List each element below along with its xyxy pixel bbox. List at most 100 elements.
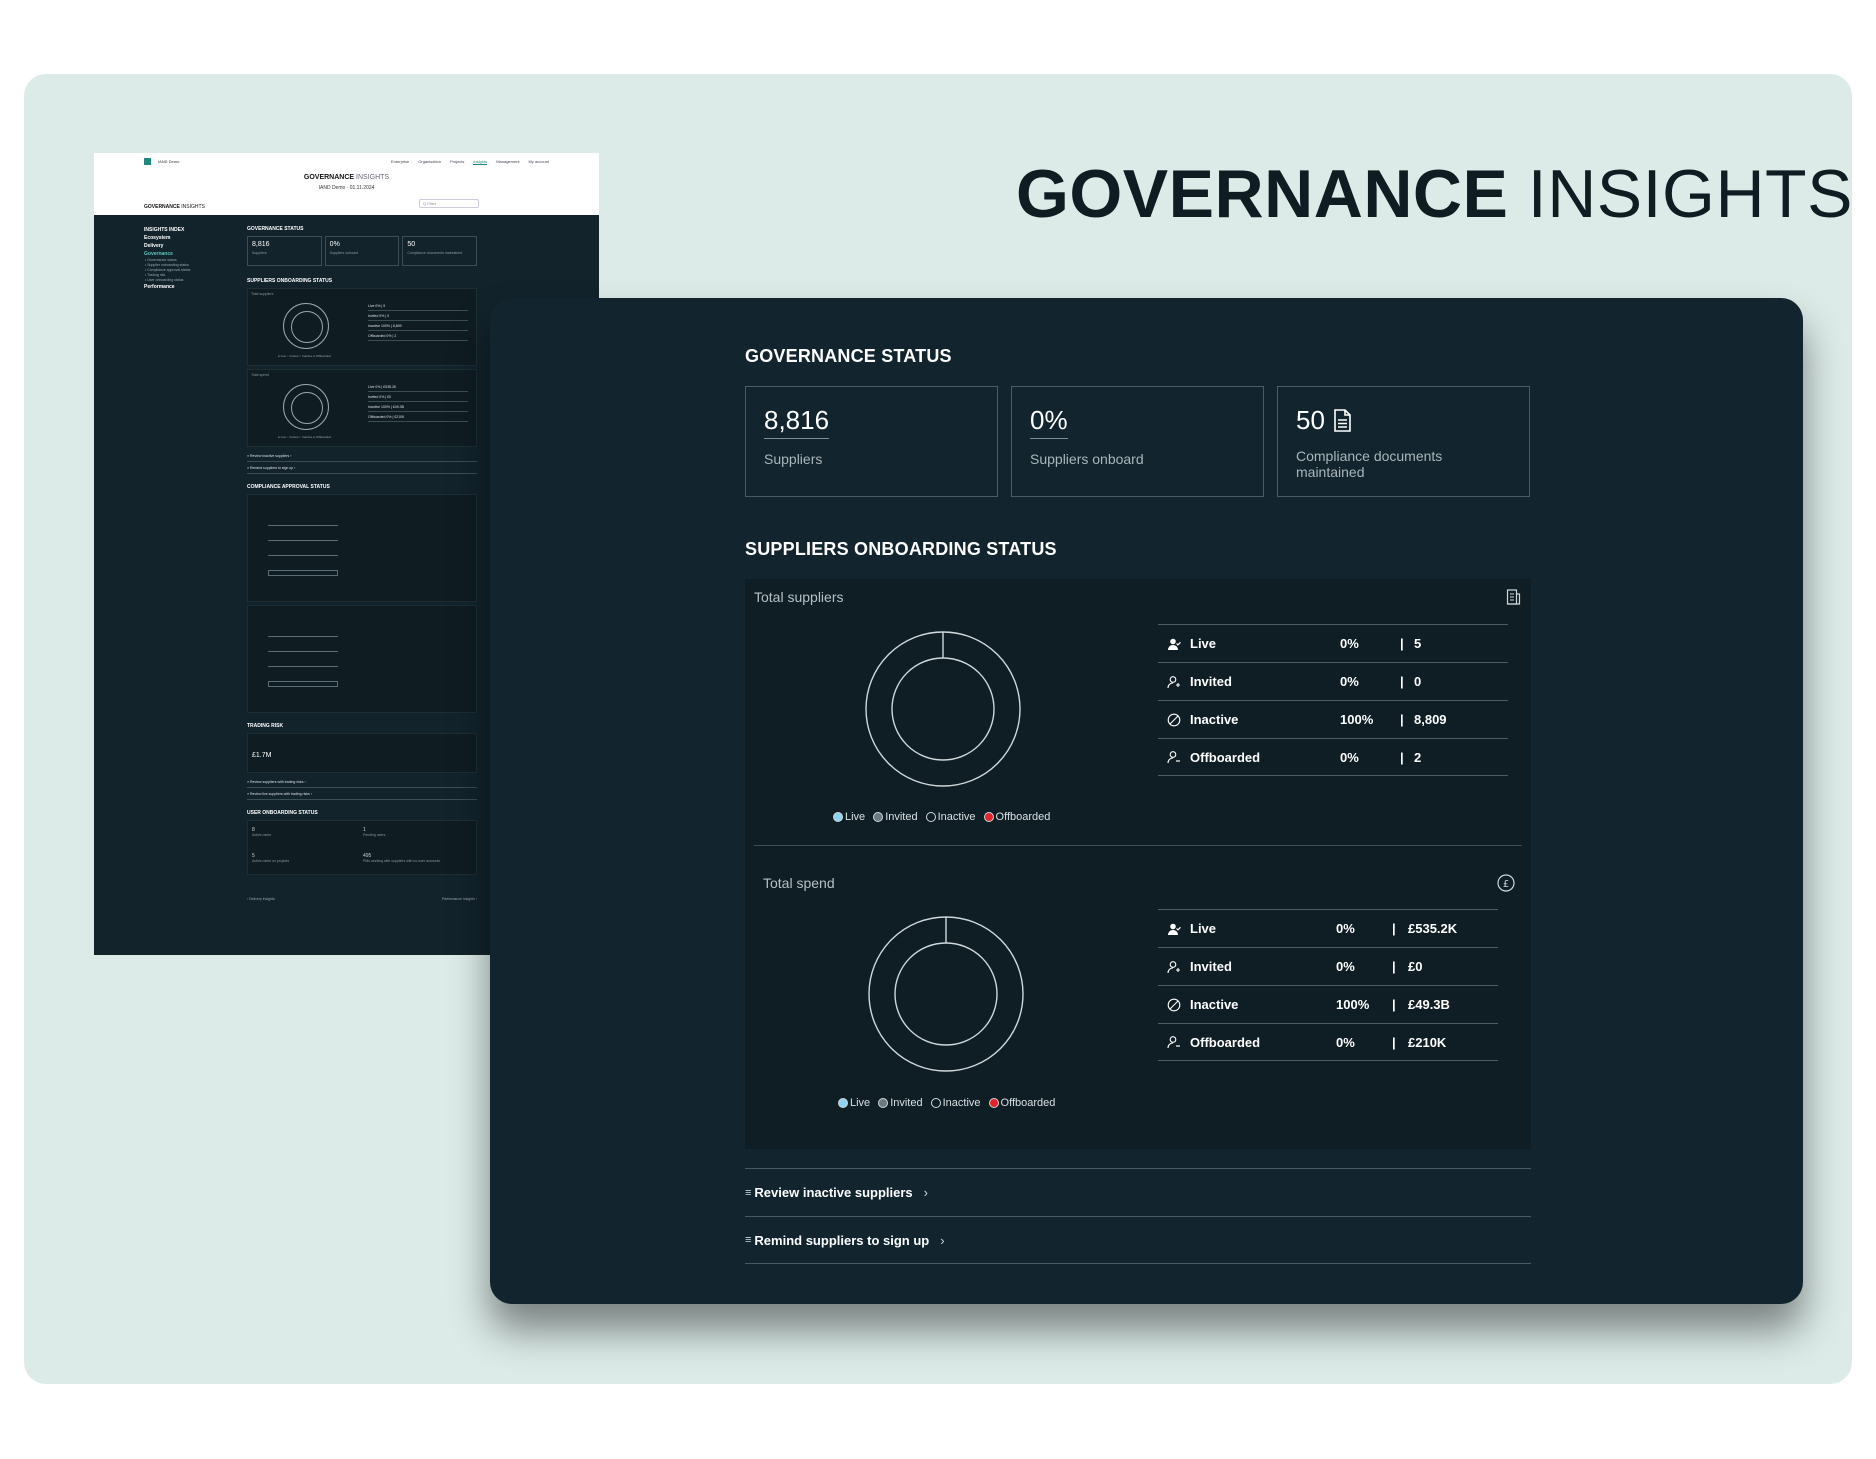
legend-item-inactive[interactable]: Inactive [930, 1097, 981, 1109]
preview-status-row: Offboarded 0% | £210K [368, 412, 468, 422]
status-amount: £210K [1408, 1034, 1447, 1050]
preview-spend-panel: Total spend Live 0% | £535.2K Invited 0%… [247, 369, 477, 447]
preview-nav-enterprise[interactable]: Enterprise [391, 159, 409, 165]
preview-live-trading-risk-link[interactable]: ≡ Review live suppliers with trading ris… [247, 788, 477, 800]
status-name: Inactive [1190, 997, 1239, 1012]
governance-cards: 8,816 Suppliers 0% Suppliers onboard 50 … [745, 386, 1530, 497]
preview-stat-label: Suppliers [252, 251, 267, 255]
spend-donut-chart [868, 916, 1024, 1072]
status-separator: | [1400, 636, 1404, 651]
preview-trading-risk-link[interactable]: ≡ Review suppliers with trading risks › [247, 776, 477, 788]
legend-item-offboarded[interactable]: Offboarded [988, 1097, 1055, 1109]
hero-title-light: INSIGHTS [1527, 156, 1853, 232]
preview-user-stat: 495 PMs working with suppliers with no us… [363, 853, 440, 863]
preview-stat-card: 50 Compliance documents maintained [402, 236, 478, 266]
preview-nav-my-account[interactable]: My account [529, 159, 549, 165]
preview-legend: ● Live ○ Invited ○ Inactive ● Offboarded [278, 354, 331, 358]
offboarded-user-icon [1158, 750, 1190, 764]
status-separator: | [1400, 749, 1404, 765]
preview-user-stat-label: Active users on projects [252, 859, 290, 863]
legend-label: Inactive [942, 1097, 981, 1109]
status-percent: 0% [1336, 1034, 1355, 1050]
preview-nav-insights[interactable]: Insights [473, 159, 488, 165]
suppliers-label: Suppliers [764, 451, 823, 467]
preview-sidebar-item-governance[interactable]: Governance [144, 250, 190, 258]
legend-item-inactive[interactable]: Inactive [925, 811, 976, 823]
spend-status-table: Live 0% | £535.2K Invited 0% | £0 Inacti… [1158, 909, 1498, 1061]
preview-review-inactive-link[interactable]: ≡ Review inactive suppliers › [247, 450, 477, 462]
preview-panel-title: Total spend [251, 373, 269, 377]
legend-dot-invited [873, 812, 884, 822]
status-name: Offboarded [1190, 1034, 1261, 1050]
legend-item-invited[interactable]: Invited [878, 1097, 923, 1109]
status-percent: 0% [1336, 959, 1355, 974]
panel-divider [754, 845, 1522, 846]
preview-nav-projects[interactable]: Projects [450, 159, 464, 165]
compliance-documents-card[interactable]: 50 Compliance documents maintained [1277, 386, 1530, 497]
preview-donut-chart [283, 303, 329, 349]
legend-item-live[interactable]: Live [833, 811, 865, 823]
preview-remind-suppliers-link[interactable]: ≡ Remind suppliers to sign up › [247, 462, 477, 474]
preview-bar [268, 570, 338, 576]
document-icon [1334, 409, 1351, 432]
preview-subtitle: IAND Demo · 01.11.2024 [318, 185, 375, 191]
legend-label: Offboarded [995, 811, 1051, 823]
preview-section-light: INSIGHTS [181, 204, 205, 210]
suppliers-onboard-card[interactable]: 0% Suppliers onboard [1011, 386, 1264, 497]
preview-main: GOVERNANCE STATUS 8,816 Suppliers 0% Suppl… [247, 226, 478, 901]
preview-status-row: Live 0% | 5 [368, 301, 468, 311]
legend-item-offboarded[interactable]: Offboarded [983, 811, 1051, 823]
preview-sidebar-item-delivery[interactable]: Delivery [144, 242, 190, 250]
suppliers-count: 8,816 [764, 405, 830, 439]
table-row: Live 0% | £535.2K [1158, 909, 1498, 947]
status-percent: 100% [1340, 712, 1374, 727]
legend-item-live[interactable]: Live [838, 1097, 870, 1109]
preview-user-stat-label: PMs working with suppliers with no user … [363, 859, 441, 863]
table-row: Invited 0% | 0 [1158, 662, 1508, 700]
preview-compliance-heading: COMPLIANCE APPROVAL STATUS [247, 484, 330, 490]
preview-search-input[interactable]: Q Filter [419, 199, 479, 208]
inactive-icon [1158, 998, 1190, 1012]
preview-nav-management[interactable]: Management [496, 159, 519, 165]
preview-status-row: Invited 0% | 0 [368, 311, 468, 321]
status-separator: | [1392, 1034, 1396, 1050]
onboarding-actions: ≡ Review inactive suppliers › ≡ Remind s… [745, 1168, 1531, 1264]
preview-header: IAND Demo Enterprise Organisation Projec… [94, 153, 599, 215]
suppliers-onboarding-title: SUPPLIERS ONBOARDING STATUS [745, 539, 1057, 559]
action-label: Remind suppliers to sign up [754, 1232, 930, 1248]
preview-bar [268, 525, 338, 526]
legend-label: Invited [890, 1097, 923, 1109]
preview-bar [268, 666, 338, 667]
preview-bar [268, 636, 338, 637]
table-row: Live 0% | 5 [1158, 624, 1508, 662]
report-icon[interactable] [1506, 589, 1522, 606]
preview-sidebar-item-performance[interactable]: Performance [144, 283, 190, 291]
legend-dot-inactive [930, 1098, 941, 1108]
compliance-documents-label: Compliance documents maintained [1296, 448, 1443, 480]
preview-sidebar-item-ecosystem[interactable]: Ecosystem [144, 234, 190, 242]
legend-dot-inactive [925, 812, 936, 822]
status-percent: 0% [1340, 636, 1359, 651]
preview-trading-panel: £1.7M [247, 733, 477, 773]
onboarding-status-panel: Total suppliers Live Invited Inactive Of… [745, 579, 1531, 1149]
remind-suppliers-link[interactable]: ≡ Remind suppliers to sign up › [745, 1216, 1531, 1264]
preview-next-link[interactable]: Performance insights › [442, 897, 477, 901]
preview-status-row: Inactive 100% | £49.3B [368, 402, 468, 412]
preview-bar [268, 540, 338, 541]
preview-sidebar-heading: INSIGHTS INDEX [144, 227, 185, 233]
status-percent: 0% [1340, 674, 1359, 689]
preview-status-row: Inactive 100% | 8,809 [368, 321, 468, 331]
stat-value: 8,816 [764, 405, 830, 439]
preview-status-row: Live 0% | £535.2K [368, 382, 468, 392]
status-separator: | [1392, 921, 1396, 936]
pound-icon[interactable]: £ [1497, 874, 1515, 892]
status-separator: | [1392, 959, 1396, 974]
preview-stat-card: 8,816 Suppliers [247, 236, 322, 266]
preview-nav-organisation[interactable]: Organisation [418, 159, 441, 165]
preview-prev-link[interactable]: ‹ Delivery insights [247, 897, 275, 901]
suppliers-card[interactable]: 8,816 Suppliers [745, 386, 998, 497]
review-inactive-suppliers-link[interactable]: ≡ Review inactive suppliers › [745, 1168, 1531, 1216]
status-name: Invited [1190, 959, 1232, 974]
status-name: Inactive [1190, 712, 1239, 727]
legend-item-invited[interactable]: Invited [873, 811, 918, 823]
